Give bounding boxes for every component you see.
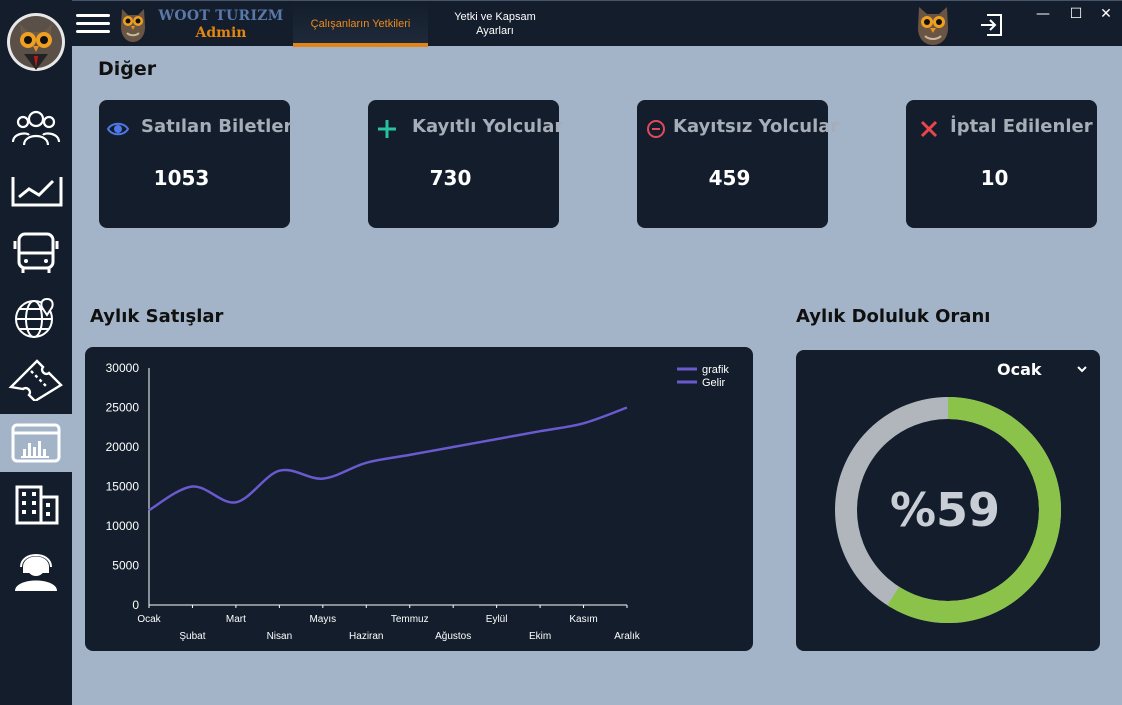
owl-avatar-logo[interactable] (6, 10, 66, 74)
logout-icon[interactable] (977, 11, 1005, 39)
x-tick-label: Şubat (179, 631, 205, 642)
brand-name: WOOT TURIZM (158, 8, 284, 24)
owl-profile-icon[interactable] (915, 4, 951, 46)
line-chart: 0 5000 10000 15000 20000 25000 30000 Ocak Şubat M… (106, 361, 730, 642)
sidebar-item-routes[interactable] (0, 288, 72, 346)
x-tick-label: Ocak (137, 614, 161, 625)
stat-card-registered-passengers: Kayıtlı Yolcular 730 (368, 100, 563, 228)
monthly-sales-title: Aylık Satışlar (90, 306, 224, 327)
y-tick-label: 10000 (106, 519, 140, 533)
stat-label: Satılan Biletler (141, 116, 293, 137)
stat-value: 1053 (153, 166, 210, 190)
bus-icon (13, 232, 59, 273)
tab-permission-scope-settings[interactable]: Yetki ve Kapsam Ayarları (430, 1, 560, 47)
x-tick-label: Mart (226, 614, 246, 625)
y-tick-label: 25000 (106, 401, 140, 415)
ticket-icon (8, 359, 63, 401)
month-select[interactable]: Ocak (996, 358, 1092, 382)
section-title-other: Diğer (98, 58, 157, 80)
users-icon (11, 110, 61, 146)
x-tick-label: Nisan (267, 631, 293, 642)
top-bar: WOOT TURIZM Admin Çalışanların Yetkileri… (72, 0, 1122, 47)
stat-card-unregistered-passengers: Kayıtsız Yolcular 459 (637, 100, 839, 228)
menu-icon[interactable] (76, 10, 110, 38)
stat-label: Kayıtsız Yolcular (673, 116, 840, 137)
stat-card-cancelled: İptal Edilenler 10 (906, 100, 1097, 228)
x-tick-label: Haziran (349, 631, 383, 642)
dashboard-chart-icon (11, 423, 61, 463)
y-tick-label: 15000 (106, 480, 140, 494)
x-tick-label: Ağustos (435, 631, 471, 642)
sidebar-item-company[interactable] (0, 476, 72, 534)
x-tick-label: Ekim (529, 631, 551, 642)
y-tick-label: 5000 (112, 559, 139, 573)
occupancy-panel: Ocak %59 (796, 350, 1100, 651)
stat-value: 730 (429, 166, 472, 190)
occupancy-percent: %59 (890, 483, 1000, 537)
monthly-sales-chart: 0 5000 10000 15000 20000 25000 30000 Ocak Şubat M… (85, 347, 753, 651)
brand-title: WOOT TURIZM Admin (156, 8, 286, 42)
minimize-button[interactable]: — (1029, 3, 1057, 27)
x-tick-label: Aralık (614, 631, 641, 642)
sidebar-item-support[interactable] (0, 540, 72, 598)
y-tick-label: 30000 (106, 361, 140, 375)
brand-role: Admin (195, 25, 247, 41)
analytics-icon (11, 177, 63, 207)
support-agent-icon (15, 554, 57, 591)
tab-employee-permissions-label: Çalışanların Yetkileri (310, 18, 411, 30)
stat-value: 10 (980, 166, 1009, 190)
occupancy-title: Aylık Doluluk Oranı (796, 306, 991, 327)
y-tick-label: 20000 (106, 440, 140, 454)
x-tick-label: Mayıs (309, 614, 336, 625)
plus-icon (378, 120, 396, 138)
stat-value: 459 (708, 166, 751, 190)
series-line-grafik (148, 406, 628, 512)
minus-circle-icon (647, 120, 665, 138)
sidebar-item-analytics[interactable] (0, 160, 72, 218)
legend-label: grafik (702, 364, 729, 376)
sidebar-item-buses[interactable] (0, 224, 72, 282)
stat-label: Kayıtlı Yolcular (412, 116, 564, 137)
tab-permission-scope-settings-label: Yetki ve Kapsam Ayarları (454, 10, 536, 38)
sidebar (0, 0, 72, 705)
occupancy-donut: %59 (835, 397, 1061, 623)
chevron-down-icon (1077, 366, 1087, 373)
tab-employee-permissions[interactable]: Çalışanların Yetkileri (293, 1, 428, 47)
sidebar-item-dashboard[interactable] (0, 414, 72, 472)
sidebar-item-employees[interactable] (0, 98, 72, 156)
x-icon (920, 120, 938, 138)
stat-label: İptal Edilenler (950, 116, 1093, 137)
sidebar-item-tickets[interactable] (0, 350, 72, 408)
maximize-button[interactable]: ☐ (1062, 3, 1090, 27)
x-tick-label: Temmuz (391, 614, 429, 625)
month-select-value: Ocak (997, 360, 1042, 379)
tab-label-line1: Yetki ve Kapsam (454, 11, 536, 23)
owl-logo-icon (118, 5, 148, 43)
x-tick-label: Eylül (486, 614, 508, 625)
x-tick-label: Kasım (569, 614, 597, 625)
building-icon (15, 485, 59, 525)
eye-icon (107, 122, 129, 136)
tab-label-line2: Ayarları (476, 25, 514, 37)
y-tick-label: 0 (132, 598, 139, 612)
globe-location-icon (15, 297, 54, 338)
close-button[interactable]: ✕ (1092, 3, 1120, 27)
stat-card-sold-tickets: Satılan Biletler 1053 (99, 100, 293, 228)
legend-label: Gelir (702, 377, 726, 389)
